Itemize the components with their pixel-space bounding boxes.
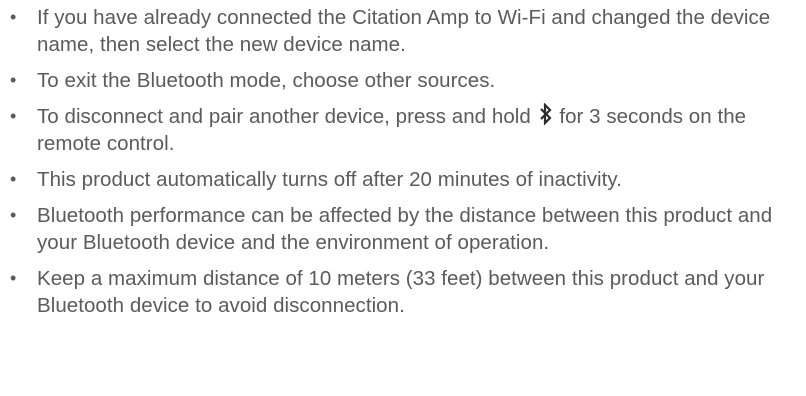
note-text: To exit the Bluetooth mode, choose other… [37,69,496,92]
note-exit-bluetooth: • To exit the Bluetooth mode, choose oth… [0,67,806,94]
note-text-before: To disconnect and pair another device, p… [37,105,531,128]
notes-list: • If you have already connected the Cita… [0,4,806,328]
note-text: Bluetooth performance can be affected by… [37,204,773,254]
note-performance: • Bluetooth performance can be affected … [0,202,806,256]
bullet: • [10,268,17,288]
note-connected-wifi: • If you have already connected the Cita… [0,4,806,58]
note-text: If you have already connected the Citati… [37,6,771,56]
bullet: • [10,169,17,189]
bullet: • [10,70,17,90]
note-auto-off: • This product automatically turns off a… [0,166,806,193]
bullet: • [10,106,17,126]
note-disconnect-pair: • To disconnect and pair another device,… [0,103,806,157]
note-text: This product automatically turns off aft… [37,168,622,191]
bullet: • [10,7,17,27]
bluetooth-icon [539,103,552,125]
note-max-distance: • Keep a maximum distance of 10 meters (… [0,265,806,319]
note-text: Keep a maximum distance of 10 meters (33… [37,267,765,317]
bullet: • [10,205,17,225]
